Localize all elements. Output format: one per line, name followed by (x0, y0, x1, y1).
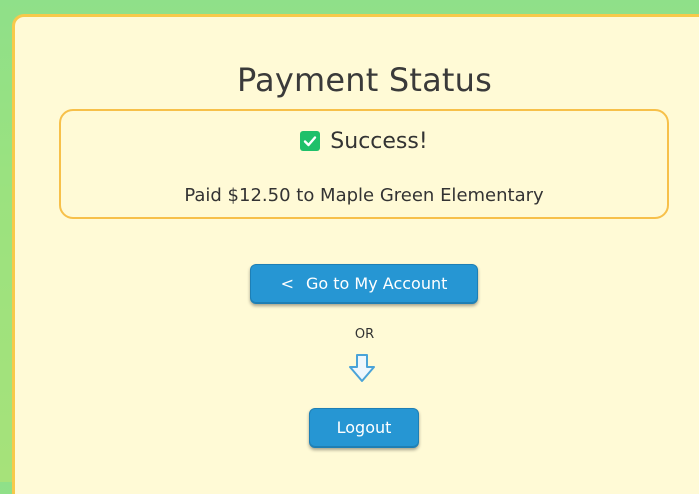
or-separator: OR (354, 327, 375, 342)
page-title: Payment Status (236, 61, 493, 99)
payment-detail: Paid $12.50 to Maple Green Elementary (184, 185, 544, 206)
go-to-account-button[interactable]: < Go to My Account (250, 264, 478, 304)
success-row: Success! (61, 129, 667, 154)
chevron-left-icon: < (280, 274, 294, 293)
arrow-down-icon (347, 352, 377, 384)
main-card: Payment Status Success! Paid $12.50 to M… (12, 14, 699, 494)
status-box: Success! Paid $12.50 to Maple Green Elem… (59, 109, 669, 219)
go-to-account-label: Go to My Account (306, 274, 448, 293)
logout-button[interactable]: Logout (309, 408, 419, 448)
success-headline: Success! (330, 129, 428, 154)
checkbox-check-icon (300, 131, 321, 151)
